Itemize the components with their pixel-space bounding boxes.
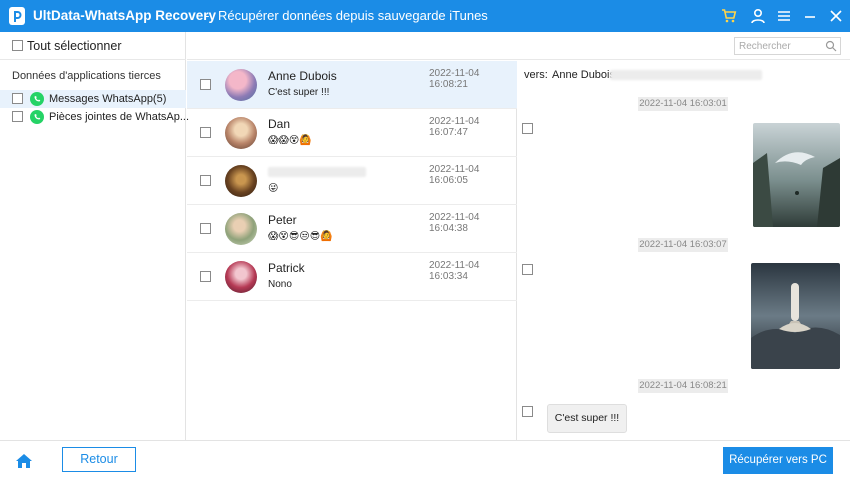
recover-to-pc-button[interactable]: Récupérer vers PC	[723, 447, 833, 474]
chat-checkbox[interactable]	[200, 175, 211, 186]
select-all-checkbox[interactable]	[12, 40, 23, 51]
footer-bar: Retour Récupérer vers PC	[0, 440, 850, 479]
recipient-name: Anne Dubois	[552, 69, 615, 81]
chat-date: 2022-11-04 16:04:38	[429, 212, 480, 234]
avatar	[225, 213, 257, 245]
select-all-label: Tout sélectionner	[27, 39, 122, 53]
avatar	[225, 165, 257, 197]
message-timestamp: 2022-11-04 16:03:07	[638, 238, 728, 252]
image-attachment-rocket[interactable]	[751, 263, 840, 369]
whatsapp-icon	[30, 92, 44, 106]
chat-name: Peter	[268, 213, 297, 227]
app-logo-icon	[9, 7, 25, 25]
sidebar: Tout sélectionner Données d'applications…	[0, 32, 190, 440]
message-timestamp: 2022-11-04 16:08:21	[638, 379, 728, 393]
cart-icon[interactable]	[721, 8, 737, 24]
redacted-name	[268, 167, 366, 177]
chat-preview: Nono	[268, 279, 292, 290]
chat-date: 2022-11-04 16:03:34	[429, 260, 480, 282]
menu-icon[interactable]	[776, 8, 792, 24]
sidebar-item-whatsapp-messages[interactable]: Messages WhatsApp(5)	[0, 90, 186, 108]
chat-date: 2022-11-04 16:06:05	[429, 164, 480, 186]
minimize-icon[interactable]	[802, 8, 818, 24]
recipient-row: vers: Anne Dubois	[518, 61, 850, 89]
message-timestamp: 2022-11-04 16:03:01	[638, 97, 728, 111]
chat-preview: 😱😱😵🙆	[268, 135, 312, 146]
avatar	[225, 261, 257, 293]
chat-item-anne-dubois[interactable]: Anne Dubois C'est super !!! 2022-11-04 1…	[187, 61, 517, 109]
chat-item-dan[interactable]: Dan 😱😱😵🙆 2022-11-04 16:07:47	[187, 109, 517, 157]
chat-checkbox[interactable]	[200, 127, 211, 138]
sidebar-item-checkbox[interactable]	[12, 111, 23, 122]
message-checkbox[interactable]	[522, 123, 533, 134]
message-detail-pane: vers: Anne Dubois 2022-11-04 16:03:01 20…	[518, 61, 850, 440]
close-icon[interactable]	[828, 8, 844, 24]
home-icon[interactable]	[15, 453, 33, 469]
avatar	[225, 69, 257, 101]
image-attachment-whale[interactable]	[753, 123, 840, 227]
section-title: Données d'applications tierces	[12, 70, 161, 82]
chat-checkbox[interactable]	[200, 223, 211, 234]
chat-name: Patrick	[268, 261, 305, 275]
sidebar-item-label: Messages WhatsApp(5)	[49, 93, 167, 105]
message-checkbox[interactable]	[522, 406, 533, 417]
search-placeholder: Rechercher	[739, 41, 791, 52]
chat-list: Anne Dubois C'est super !!! 2022-11-04 1…	[187, 61, 517, 440]
title-bar: UltData-WhatsApp Recovery - Récupérer do…	[0, 0, 850, 32]
chat-checkbox[interactable]	[200, 79, 211, 90]
sidebar-item-label: Pièces jointes de WhatsAp...	[49, 111, 190, 123]
chat-item-peter[interactable]: Peter 😱😵😎😒😎🙆 2022-11-04 16:04:38	[187, 205, 517, 253]
user-icon[interactable]	[750, 8, 766, 24]
chat-preview: 😱😵😎😒😎🙆	[268, 231, 333, 242]
search-icon[interactable]	[825, 40, 837, 52]
redacted-number	[610, 70, 762, 80]
chat-name: Dan	[268, 117, 291, 131]
app-title: UltData-WhatsApp Recovery	[33, 8, 217, 23]
chat-item-unnamed[interactable]: 😜 2022-11-04 16:06:05	[187, 157, 517, 205]
recipient-label: vers:	[524, 69, 548, 81]
chat-preview: 😜	[268, 183, 279, 194]
chat-name: Anne Dubois	[268, 69, 337, 83]
select-all-row: Tout sélectionner	[0, 32, 186, 60]
title-separator: -	[205, 8, 210, 23]
whatsapp-icon	[30, 110, 44, 124]
chat-preview: C'est super !!!	[268, 87, 330, 98]
avatar	[225, 117, 257, 149]
search-input[interactable]: Rechercher	[734, 37, 841, 55]
window-subtitle: Récupérer données depuis sauvegarde iTun…	[218, 8, 488, 23]
chat-checkbox[interactable]	[200, 271, 211, 282]
message-checkbox[interactable]	[522, 264, 533, 275]
chat-date: 2022-11-04 16:07:47	[429, 116, 480, 138]
message-bubble: C'est super !!!	[547, 404, 627, 433]
chat-item-patrick[interactable]: Patrick Nono 2022-11-04 16:03:34	[187, 253, 517, 301]
back-button[interactable]: Retour	[62, 447, 136, 472]
sidebar-item-checkbox[interactable]	[12, 93, 23, 104]
chat-date: 2022-11-04 16:08:21	[429, 68, 480, 90]
sidebar-item-whatsapp-attachments[interactable]: Pièces jointes de WhatsAp...	[0, 108, 190, 126]
search-bar-row: Rechercher	[187, 32, 850, 60]
